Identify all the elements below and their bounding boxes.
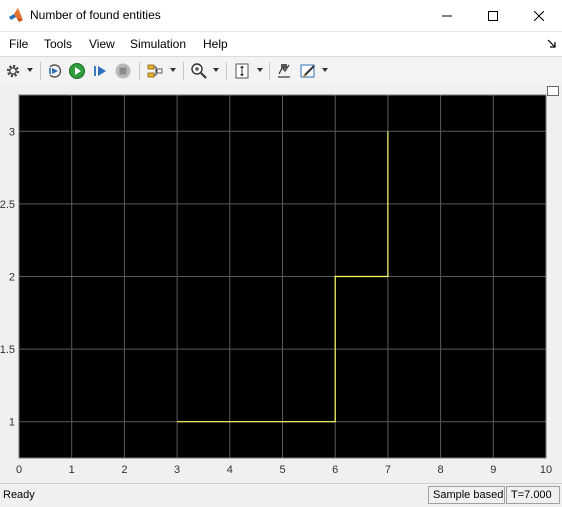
style-icon[interactable] <box>298 61 318 81</box>
menu-help[interactable]: Help <box>203 37 228 51</box>
menu-file[interactable]: File <box>9 37 28 51</box>
toolbar-separator <box>139 62 140 80</box>
x-tick-label: 1 <box>69 464 75 476</box>
y-tick-label: 3 <box>9 126 15 138</box>
x-tick-label: 9 <box>490 464 496 476</box>
scale-axes-icon[interactable] <box>232 61 252 81</box>
x-tick-label: 10 <box>540 464 552 476</box>
stop-icon[interactable] <box>113 61 133 81</box>
menu-bar: File Tools View Simulation Help <box>0 32 562 56</box>
x-tick-label: 4 <box>227 464 233 476</box>
undock-icon[interactable] <box>547 86 559 96</box>
settings-dropdown-arrow[interactable] <box>27 68 33 72</box>
step-back-icon[interactable] <box>45 61 65 81</box>
y-tick-label: 2.5 <box>0 199 15 211</box>
toolbar-separator <box>226 62 227 80</box>
sample-mode-indicator: Sample based <box>428 486 505 504</box>
scope-chart: 0 1 2 3 4 5 6 7 8 9 10 1 1.5 2 2.5 3 <box>0 94 552 476</box>
x-tick-label: 5 <box>279 464 285 476</box>
toolbar-separator <box>40 62 41 80</box>
title-bar: Number of found entities <box>0 0 562 32</box>
x-tick-label: 3 <box>174 464 180 476</box>
step-forward-icon[interactable] <box>90 61 110 81</box>
status-bar: Ready Sample based T=7.000 <box>0 483 562 507</box>
toolbar-separator <box>183 62 184 80</box>
highlight-icon[interactable] <box>274 61 294 81</box>
toolbar-separator <box>269 62 270 80</box>
y-tick-label: 2 <box>9 272 15 284</box>
close-button[interactable] <box>516 0 562 31</box>
style-dropdown-arrow[interactable] <box>322 68 328 72</box>
signal-dropdown-arrow[interactable] <box>170 68 176 72</box>
pin-icon[interactable] <box>547 38 557 52</box>
zoom-icon[interactable] <box>189 61 209 81</box>
maximize-button[interactable] <box>470 0 516 31</box>
minimize-button[interactable] <box>424 0 470 31</box>
window-title: Number of found entities <box>30 8 161 22</box>
scope-plot-area: 0 1 2 3 4 5 6 7 8 9 10 1 1.5 2 2.5 3 <box>0 85 562 482</box>
status-ready: Ready <box>3 489 35 501</box>
simulation-time: T=7.000 <box>506 486 560 504</box>
x-tick-label: 7 <box>385 464 391 476</box>
x-tick-label: 0 <box>16 464 22 476</box>
matlab-icon <box>8 7 24 23</box>
menu-view[interactable]: View <box>89 37 115 51</box>
menu-tools[interactable]: Tools <box>44 37 72 51</box>
y-tick-label: 1.5 <box>0 344 15 356</box>
signal-selector-icon[interactable] <box>145 61 165 81</box>
y-tick-label: 1 <box>9 417 15 429</box>
scale-dropdown-arrow[interactable] <box>257 68 263 72</box>
x-tick-label: 2 <box>121 464 127 476</box>
gear-icon[interactable] <box>3 61 23 81</box>
menu-simulation[interactable]: Simulation <box>130 37 186 51</box>
x-tick-label: 8 <box>438 464 444 476</box>
run-icon[interactable] <box>67 61 87 81</box>
toolbar <box>0 56 562 86</box>
x-tick-label: 6 <box>332 464 338 476</box>
zoom-dropdown-arrow[interactable] <box>213 68 219 72</box>
